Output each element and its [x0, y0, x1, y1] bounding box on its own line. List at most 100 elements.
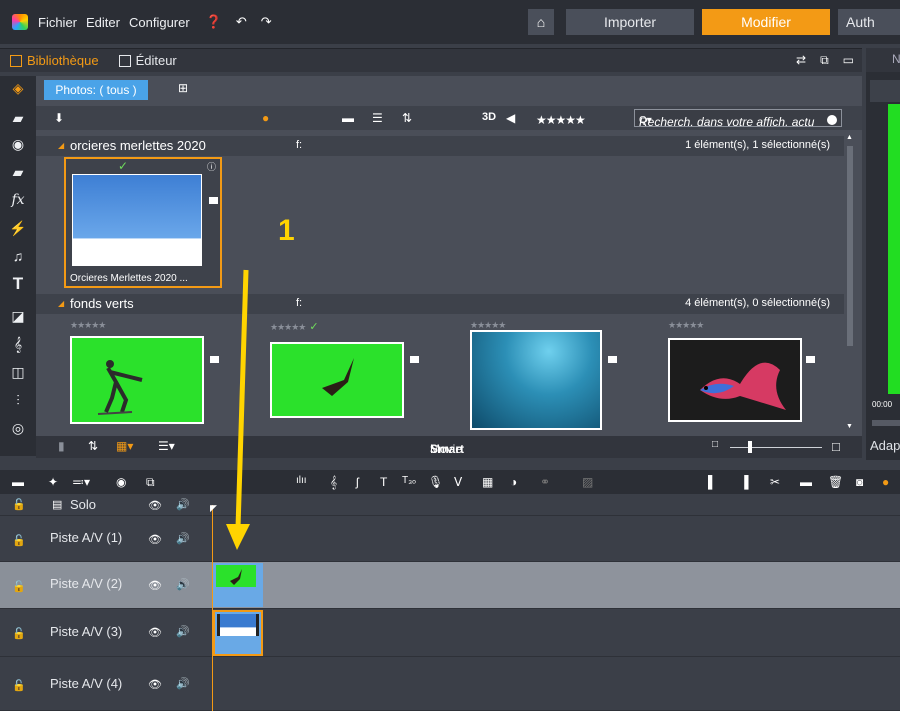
importer-mode-button[interactable]: Importer [566, 9, 694, 35]
link-icon[interactable]: ⚭ [540, 475, 550, 489]
tab-editeur[interactable]: Éditeur [118, 53, 177, 68]
group-header-orcieres[interactable]: ◢ orcieres merlettes 2020 f: 1 élément(s… [36, 136, 844, 156]
eye-icon[interactable]: 👁 [148, 499, 162, 512]
track-header-2[interactable]: 🔓 Piste A/V (2) 👁 🔊 [0, 562, 212, 609]
sort-icon[interactable]: ⇅ [402, 111, 412, 125]
add-tab-icon[interactable]: ⊞ [178, 81, 188, 95]
camera-icon[interactable]: ◙ [856, 475, 863, 489]
library-scrollbar[interactable]: ▲ ▼ [844, 134, 856, 432]
speaker-icon[interactable]: 🔊 [176, 532, 190, 545]
media-thumbnail-skier[interactable] [70, 336, 204, 424]
lock-all-icon[interactable]: 🔓 [12, 498, 26, 511]
sidebar-videos-icon[interactable]: ▰ [0, 110, 36, 127]
lock-icon[interactable]: 🔓 [12, 627, 26, 640]
eye-icon[interactable]: 👁 [148, 533, 162, 546]
trash-icon[interactable]: 🗑 [828, 475, 843, 489]
swap-icon[interactable]: ⇄ [796, 53, 806, 68]
sidebar-music-icon[interactable]: ♫ [0, 248, 36, 264]
timeline-settings-icon[interactable]: ▬ [12, 475, 24, 489]
thumbnail-size-knob[interactable] [748, 441, 752, 453]
scorefitter-icon[interactable]: 𝄞 [330, 475, 337, 490]
track-header-4[interactable]: 🔓 Piste A/V (4) 👁 🔊 [0, 657, 212, 711]
sound-icon[interactable]: ʃ [356, 475, 359, 489]
scroll-up-icon[interactable]: ▲ [846, 134, 853, 141]
sidebar-soundfx-icon[interactable]: ◫ [0, 364, 36, 381]
track-header-3[interactable]: 🔓 Piste A/V (3) 👁 🔊 [0, 609, 212, 657]
speaker-icon[interactable]: 🔊 [176, 578, 190, 591]
grid-view-icon[interactable]: ▦▾ [116, 439, 133, 453]
sidebar-audio-icon[interactable]: ⫶ [0, 392, 36, 409]
sidebar-montage-icon[interactable]: ◪ [0, 308, 36, 325]
clear-search-icon[interactable]: × [827, 114, 837, 126]
thumbnail-size-slider[interactable] [730, 447, 822, 448]
title-3d-icon[interactable]: T₃ₒ [402, 475, 416, 486]
photos-tab[interactable]: Photos: ( tous ) [44, 80, 148, 100]
splitscreen-icon[interactable]: ▦ [482, 475, 493, 489]
tab-bibliotheque[interactable]: Bibliothèque [10, 53, 99, 68]
sidebar-collections-icon[interactable]: ◈ [0, 80, 36, 97]
info-icon[interactable]: ⓘ [207, 160, 216, 173]
zoom-small-icon[interactable]: □ [712, 439, 718, 450]
sidebar-transitions-icon[interactable]: ⚡ [0, 220, 36, 237]
timeline-clip-eagle[interactable] [213, 563, 263, 607]
preview-adapt-label[interactable]: Adap [870, 438, 900, 453]
playhead[interactable] [212, 505, 213, 711]
sidebar-scorefitter-icon[interactable]: 𝄞 [0, 336, 36, 353]
add-to-collection-icon[interactable]: ⬇ [54, 111, 64, 125]
menu-editer[interactable]: Editer [86, 15, 120, 30]
solo-icon[interactable]: ▤ [52, 498, 62, 511]
playhead-marker-icon[interactable]: ◤ [210, 503, 217, 514]
eye-icon[interactable]: 👁 [148, 678, 162, 691]
wand-icon[interactable]: ✦ [48, 475, 58, 489]
timeline-clip-orcieres[interactable] [213, 610, 263, 656]
layout-icon[interactable]: ▭ [843, 53, 854, 68]
menu-configurer[interactable]: Configurer [129, 15, 190, 30]
motion-track-icon[interactable]: ᐯ [454, 475, 462, 489]
lock-icon[interactable]: 🔓 [12, 679, 26, 692]
eye-icon[interactable]: 👁 [148, 626, 162, 639]
record-icon[interactable]: ◉ [116, 475, 126, 489]
voiceover-icon[interactable]: 🎙 [428, 475, 443, 489]
filter-3d-label[interactable]: 3D [482, 111, 496, 123]
filter-check-icon[interactable]: ● [262, 111, 269, 125]
help-icon[interactable]: ❓ [206, 14, 222, 30]
sidebar-disc-icon[interactable]: ◉ [0, 136, 36, 153]
media-thumbnail-eagle[interactable] [270, 342, 404, 418]
rating-stars[interactable]: ★★★★★ [70, 320, 106, 331]
rating-stars[interactable]: ★★★★★ [270, 322, 306, 332]
list-view-icon[interactable]: ☰▾ [158, 439, 175, 453]
mask-icon[interactable]: ▨ [582, 475, 593, 489]
folder-icon[interactable]: ▬ [342, 111, 354, 125]
scroll-thumb[interactable] [847, 146, 853, 346]
eye-icon[interactable]: 👁 [148, 579, 162, 592]
menu-fichier[interactable]: Fichier [38, 15, 77, 30]
collapse-triangle-icon[interactable]: ◢ [58, 299, 64, 308]
marker-right-icon[interactable]: ▐ [740, 475, 749, 489]
search-input[interactable]: Q▾ Recherch. dans votre affich. actu × [634, 109, 842, 127]
speaker-icon[interactable]: 🔊 [176, 498, 190, 511]
speaker-icon[interactable]: 🔊 [176, 677, 190, 690]
sidebar-disc-menus-icon[interactable]: ◎ [0, 420, 36, 437]
rating-stars[interactable]: ★★★★★ [668, 320, 704, 331]
track-header-1[interactable]: 🔓 Piste A/V (1) 👁 🔊 [0, 516, 212, 562]
snapshot-icon[interactable]: ⧉ [146, 475, 155, 490]
delete-media-icon[interactable]: ▮ [58, 439, 65, 453]
lock-icon[interactable]: 🔓 [12, 580, 26, 593]
audio-mixer-icon[interactable]: ılıı [296, 475, 307, 486]
settings-orange-icon[interactable]: ● [882, 475, 889, 489]
modifier-mode-button[interactable]: Modifier [702, 9, 830, 35]
razor-icon[interactable]: ✂ [770, 475, 780, 489]
rating-filter[interactable]: ★★★★★ [536, 113, 586, 127]
lock-icon[interactable]: 🔓 [12, 534, 26, 547]
sidebar-projects-icon[interactable]: ▰ [0, 164, 36, 181]
sidebar-effects-icon[interactable]: fx [0, 192, 36, 208]
preview-scrubber[interactable] [872, 420, 900, 426]
sync-icon[interactable]: ⇅ [88, 439, 98, 453]
group-header-fonds-verts[interactable]: ◢ fonds verts f: 4 élément(s), 0 sélecti… [36, 294, 844, 314]
track-body-2[interactable] [212, 562, 900, 609]
speaker-icon[interactable]: 🔊 [176, 625, 190, 638]
sidebar-titles-icon[interactable]: T [0, 274, 36, 294]
collapse-triangle-icon[interactable]: ◢ [58, 141, 64, 150]
undo-icon[interactable]: ↶ [236, 14, 247, 30]
track-body-3[interactable] [212, 609, 900, 657]
